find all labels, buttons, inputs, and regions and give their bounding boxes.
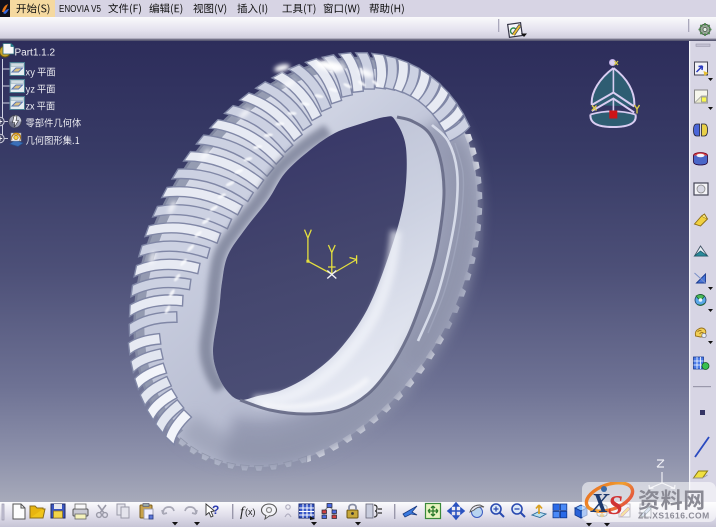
svg-text:(x): (x)	[245, 507, 256, 517]
svg-text:S: S	[608, 490, 623, 520]
svg-text:Part1.1.2: Part1.1.2	[15, 48, 56, 59]
svg-text:?: ?	[212, 503, 219, 517]
svg-text:ENOVIA V5: ENOVIA V5	[59, 4, 101, 15]
svg-text:X: X	[590, 488, 610, 518]
svg-text:ZL.XS1616.COM: ZL.XS1616.COM	[638, 511, 710, 521]
